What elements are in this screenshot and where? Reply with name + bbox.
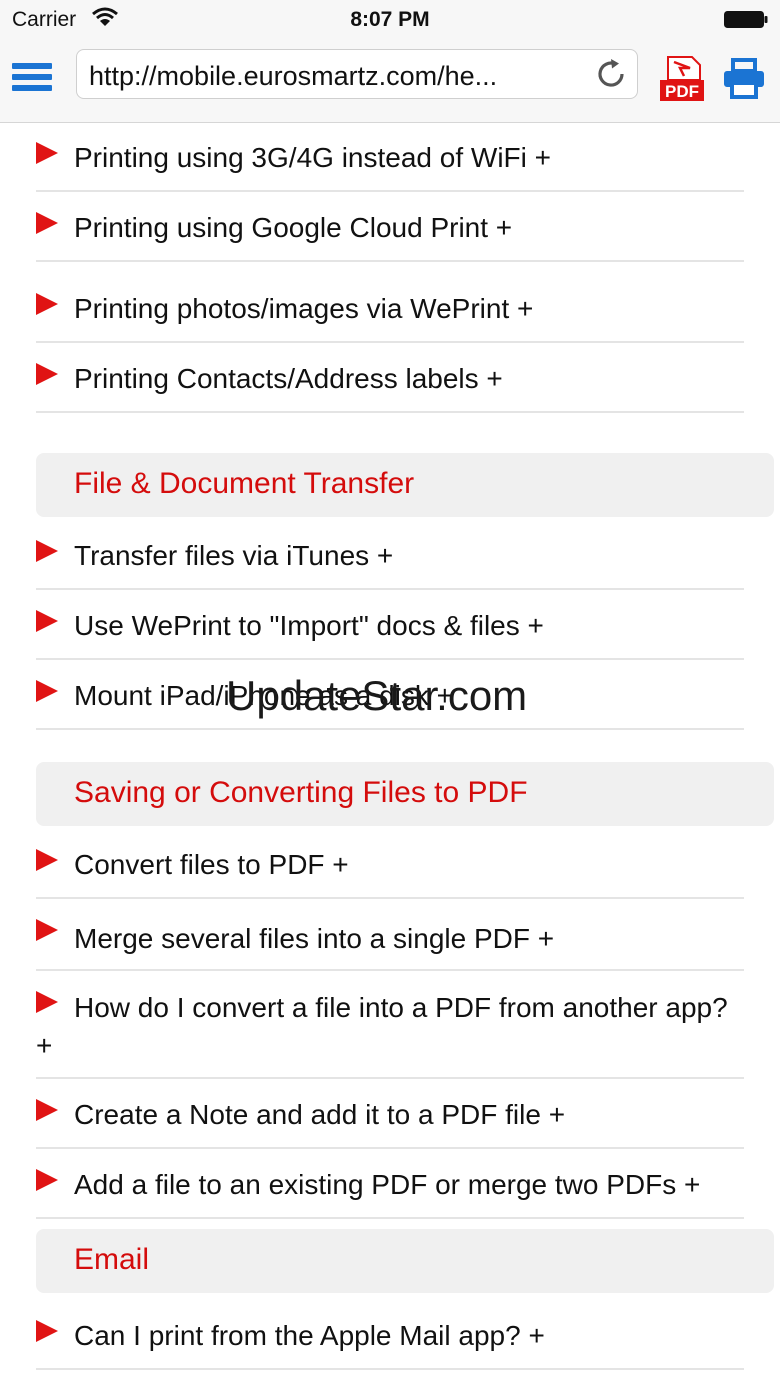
faq-item[interactable]: Create a Note and add it to a PDF file + [36, 1079, 744, 1149]
faq-item-label: Convert files to PDF + [74, 849, 349, 880]
expand-arrow-icon [36, 1320, 58, 1342]
faq-item[interactable]: Printing photos/images via WePrint + [36, 273, 744, 343]
faq-item[interactable]: Printing using Google Cloud Print + [36, 192, 744, 262]
section-title: Email [74, 1243, 150, 1276]
expand-arrow-icon [36, 142, 58, 164]
url-text[interactable]: http://mobile.eurosmartz.com/he... [89, 61, 579, 92]
menu-icon-bar [12, 74, 52, 80]
faq-item[interactable]: Merge several files into a single PDF + [36, 899, 744, 971]
pdf-icon-text: PDF [665, 82, 699, 101]
faq-item-label: Can I print from the Apple Mail app? + [74, 1320, 545, 1351]
menu-icon-bar [12, 85, 52, 91]
faq-item-label: Merge several files into a single PDF + [74, 923, 555, 954]
expand-arrow-icon [36, 919, 58, 941]
expand-arrow-icon [36, 540, 58, 562]
faq-item[interactable]: Convert files to PDF + [36, 829, 744, 899]
faq-item[interactable]: Use WePrint to "Import" docs & files + [36, 590, 744, 660]
faq-item-label: Printing photos/images via WePrint + [74, 293, 534, 324]
reload-icon[interactable] [593, 56, 629, 92]
section-title: File & Document Transfer [74, 467, 415, 500]
faq-item-label: Use WePrint to "Import" docs & files + [74, 610, 544, 641]
faq-item-label: Printing using Google Cloud Print + [74, 212, 513, 243]
faq-item-label: Add a file to an existing PDF or merge t… [74, 1169, 701, 1200]
expand-arrow-icon [36, 680, 58, 702]
expand-arrow-icon [36, 991, 58, 1013]
section-title: Saving or Converting Files to PDF [74, 776, 528, 809]
battery-icon [724, 11, 768, 28]
faq-item-label: Printing using 3G/4G instead of WiFi + [74, 142, 551, 173]
status-bar: Carrier 8:07 PM [0, 0, 780, 40]
print-icon[interactable] [722, 58, 766, 100]
menu-icon-bar [12, 63, 52, 69]
faq-item[interactable]: Printing Contacts/Address labels + [36, 343, 744, 413]
faq-item-label: Transfer files via iTunes + [74, 540, 394, 571]
section-header-file-transfer: File & Document Transfer [36, 453, 774, 517]
faq-item[interactable]: How do I convert a file into a PDF from … [36, 971, 744, 1079]
faq-item[interactable]: Add a file to an existing PDF or merge t… [36, 1149, 744, 1219]
expand-arrow-icon [36, 849, 58, 871]
pdf-icon[interactable]: PDF [658, 56, 706, 102]
expand-arrow-icon [36, 1169, 58, 1191]
faq-item[interactable]: Printing using 3G/4G instead of WiFi + [36, 122, 744, 192]
expand-arrow-icon [36, 293, 58, 315]
menu-button[interactable] [12, 63, 52, 97]
expand-arrow-icon [36, 212, 58, 234]
faq-item[interactable]: Can I print from the Apple Mail app? + [36, 1300, 744, 1370]
clock: 8:07 PM [350, 8, 430, 31]
faq-item-label: Printing Contacts/Address labels + [74, 363, 503, 394]
browser-toolbar: http://mobile.eurosmartz.com/he... PDF [0, 40, 780, 123]
expand-arrow-icon [36, 363, 58, 385]
expand-arrow-icon [36, 1099, 58, 1121]
expand-arrow-icon [36, 610, 58, 632]
watermark: UpdateStar.com [226, 672, 528, 719]
faq-item-label: How do I convert a file into a PDF from … [36, 992, 728, 1061]
url-field[interactable]: http://mobile.eurosmartz.com/he... [76, 49, 638, 99]
faq-item-label: Create a Note and add it to a PDF file + [74, 1099, 566, 1130]
faq-item[interactable]: Transfer files via iTunes + [36, 520, 744, 590]
section-header-pdf: Saving or Converting Files to PDF [36, 762, 774, 826]
section-header-email: Email [36, 1229, 774, 1293]
